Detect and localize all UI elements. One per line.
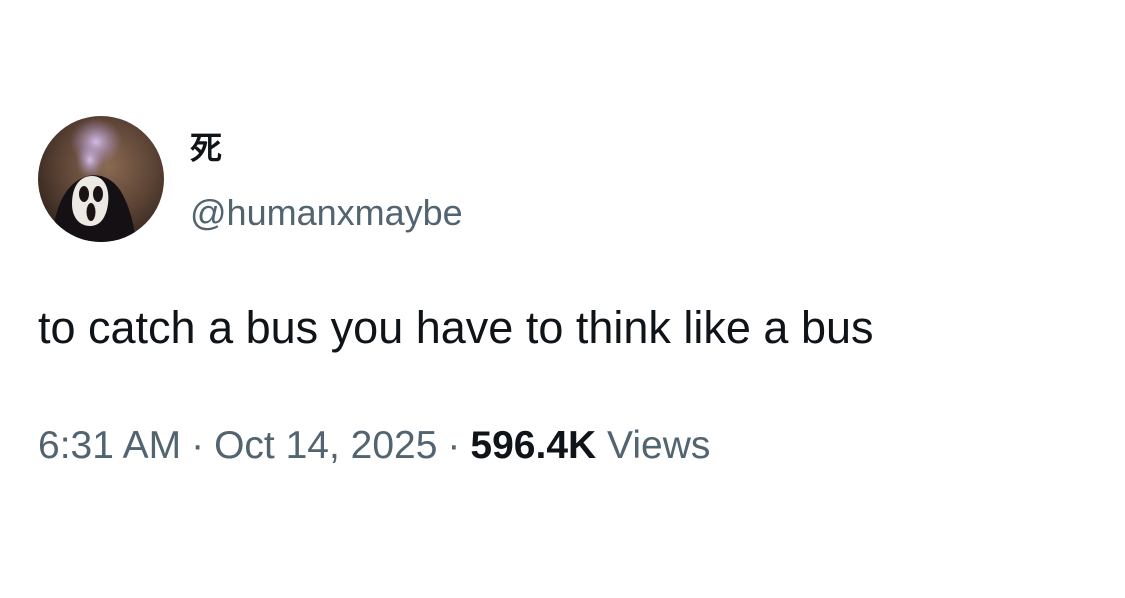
meta-separator: · [191,424,205,467]
views-count: 596.4K [470,424,597,467]
tweet-text: to catch a bus you have to think like a … [38,302,874,353]
meta-separator: · [447,424,461,467]
views-label: Views [607,424,711,467]
avatar[interactable] [38,116,164,242]
author-display-name[interactable]: 死 [190,128,222,168]
author-handle[interactable]: @humanxmaybe [190,191,463,235]
tweet-card: 死 @humanxmaybe to catch a bus you have t… [0,0,1125,598]
tweet-date[interactable]: Oct 14, 2025 [214,424,437,467]
tweet-time[interactable]: 6:31 AM [38,424,181,467]
tweet-metadata: 6:31 AM · Oct 14, 2025 · 596.4K Views [38,421,710,471]
ghostface-mask-avatar-icon [38,116,164,242]
